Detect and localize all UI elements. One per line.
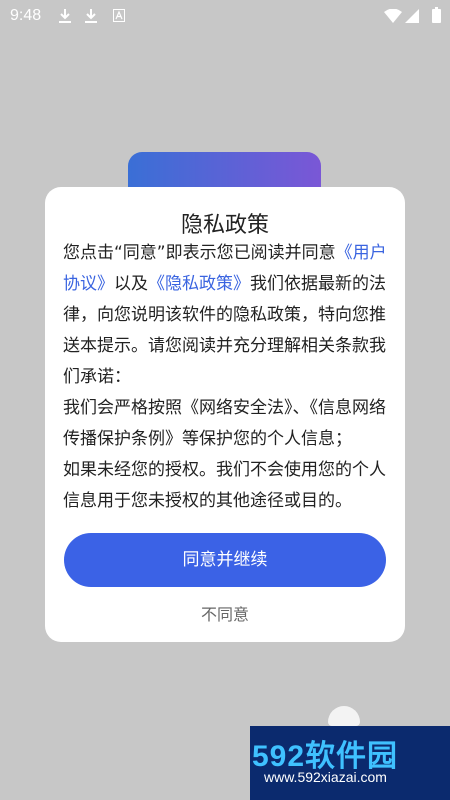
signal-icon	[405, 9, 419, 23]
body-text: 如果未经您的授权。我们不会使用您的个人信息用于您未授权的其他途径或目的。	[63, 460, 386, 511]
status-time: 9:48	[10, 7, 42, 24]
body-text: 我们会严格按照《网络安全法》、《信息网络传播保护条例》等保护您的个人信息；	[63, 398, 386, 449]
download-icon	[85, 9, 97, 23]
a-icon	[113, 9, 125, 22]
disagree-button[interactable]: 不同意	[45, 601, 405, 625]
dialog-title: 隐私政策	[180, 213, 269, 238]
agree-button[interactable]: 同意并继续	[64, 533, 386, 587]
body-text: 您点击“同意”即表示您已阅读并同意	[63, 243, 336, 263]
wifi-icon	[384, 9, 402, 23]
status-bar: 9:48	[0, 0, 450, 32]
watermark-mascot	[328, 706, 360, 726]
body-text: 以及	[114, 274, 148, 294]
privacy-dialog: 隐私政策 您点击“同意”即表示您已阅读并同意《用户协议》以及《隐私政策》我们依据…	[45, 187, 405, 642]
watermark-url: www.592xiazai.com	[264, 769, 387, 785]
download-icon	[59, 9, 71, 23]
dialog-body: 您点击“同意”即表示您已阅读并同意《用户协议》以及《隐私政策》我们依据最新的法律…	[63, 238, 388, 517]
battery-icon	[432, 7, 441, 23]
privacy-policy-link[interactable]: 《隐私政策》	[148, 274, 250, 294]
